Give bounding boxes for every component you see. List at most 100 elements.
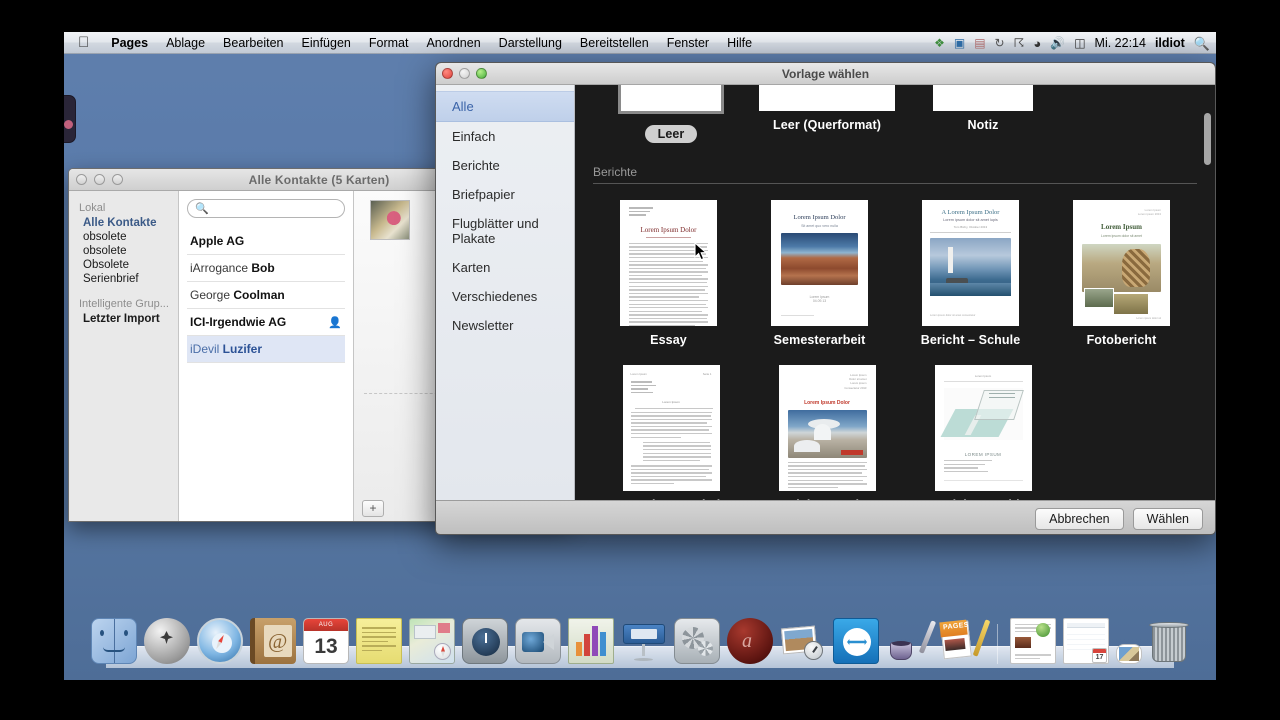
contacts-sidebar-item-alle-kontakte[interactable]: Alle Kontakte	[69, 216, 178, 230]
pages-icon[interactable]: PAGES	[939, 618, 991, 664]
menu-item-fenster[interactable]: Fenster	[658, 32, 718, 54]
choose-button[interactable]: Wählen	[1132, 507, 1203, 530]
template-cell-forschungsarbeit[interactable]: Lorem Ipsum Seite 1 Lorem Ipsum	[593, 365, 749, 500]
timemachine-icon[interactable]: ↻	[995, 37, 1005, 49]
menu-item-bereitstellen[interactable]: Bereitstellen	[571, 32, 658, 54]
facetime-icon[interactable]	[515, 618, 561, 664]
contact-avatar[interactable]	[370, 200, 410, 240]
template-thumbnail-notiz[interactable]	[933, 85, 1033, 111]
contacts-list-item[interactable]: Apple AG	[187, 228, 345, 255]
teamviewer-icon[interactable]	[833, 618, 879, 664]
calendar-icon[interactable]: AUG 13	[303, 618, 349, 664]
template-thumbnail-fotobericht[interactable]: Lorem Ipsum Lorem ipsum 2013 Lorem Ipsum …	[1073, 200, 1170, 326]
contacts-group-label-lokal: Lokal	[79, 202, 106, 214]
cancel-button[interactable]: Abbrechen	[1035, 507, 1124, 530]
image-stack-icon[interactable]	[1116, 644, 1142, 664]
contacts-list-item[interactable]: iDevil Luzifer	[187, 336, 345, 363]
template-cell-projektvorschlag[interactable]: Lorem Ipsum LOREM IPSUM	[905, 365, 1061, 500]
ink-icon[interactable]	[886, 618, 937, 664]
template-label-fotobericht: Fotobericht	[1086, 333, 1157, 347]
sidebar-item-berichte[interactable]: Berichte	[436, 151, 574, 180]
template-thumbnail-leer[interactable]	[618, 85, 724, 114]
dialog-category-sidebar: Alle Einfach Berichte Briefpapier Flugbl…	[436, 85, 575, 500]
contacts-sidebar-item-letzter-import[interactable]: Letzter Import	[69, 312, 178, 326]
downloads-calendar-day: 17	[1095, 654, 1104, 661]
template-cell-notiz[interactable]: Notiz	[905, 85, 1061, 143]
iphoto-icon[interactable]	[780, 618, 826, 664]
sidebar-item-alle[interactable]: Alle	[436, 91, 574, 122]
volume-icon[interactable]: 🔊	[1050, 37, 1065, 49]
template-cell-fotobericht[interactable]: Lorem Ipsum Lorem ipsum 2013 Lorem Ipsum …	[1046, 200, 1197, 347]
launchpad-icon[interactable]	[144, 618, 190, 664]
template-cell-leer-querformat[interactable]: Leer (Querformat)	[749, 85, 905, 143]
template-cell-bericht-modern[interactable]: Lorem Ipsum Dolor sit amet Lorem ipsum Cons…	[749, 365, 905, 500]
downloads-stack-icon[interactable]: 17	[1063, 618, 1109, 664]
template-thumbnail-projektvorschlag[interactable]: Lorem Ipsum LOREM IPSUM	[934, 365, 1032, 491]
background-window-dot	[64, 120, 73, 129]
maps-icon[interactable]	[409, 618, 455, 664]
dropbox-icon[interactable]: ❖	[934, 37, 945, 49]
contacts-search-field[interactable]: 🔍	[187, 199, 345, 218]
template-label-semesterarbeit: Semesterarbeit	[773, 333, 866, 347]
menu-bar-user[interactable]: ildiot	[1155, 36, 1185, 50]
template-thumbnail-semesterarbeit[interactable]: Lorem Ipsum Dolor Sit amet quo vero null…	[771, 200, 868, 326]
dialog-titlebar[interactable]: Vorlage wählen	[436, 63, 1215, 85]
notes-icon[interactable]	[356, 618, 402, 664]
trash-icon[interactable]	[1149, 620, 1189, 664]
menu-item-pages[interactable]: Pages	[102, 32, 157, 54]
template-thumbnail-forschungsarbeit[interactable]: Lorem Ipsum Seite 1 Lorem Ipsum	[622, 365, 720, 491]
contacts-sidebar-item-obsolete-3[interactable]: Obsolete	[69, 258, 178, 272]
sidebar-item-einfach[interactable]: Einfach	[436, 122, 574, 151]
numbers-icon[interactable]	[568, 618, 614, 664]
template-cell-essay[interactable]: Lorem Ipsum Dolor Essay	[593, 200, 744, 347]
background-window-edge[interactable]	[64, 95, 76, 143]
menu-bar-clock[interactable]: Mi. 22:14	[1095, 36, 1146, 50]
dock: @ AUG 13 a PAGES 17	[64, 606, 1216, 680]
menu-item-darstellung[interactable]: Darstellung	[490, 32, 571, 54]
sidebar-item-briefpapier[interactable]: Briefpapier	[436, 180, 574, 209]
scanner-icon[interactable]: ▣	[954, 37, 965, 49]
add-contact-button[interactable]: +	[362, 500, 384, 517]
dialog-body: Alle Einfach Berichte Briefpapier Flugbl…	[436, 85, 1215, 500]
finder-icon[interactable]	[91, 618, 137, 664]
keynote-icon[interactable]	[621, 618, 667, 664]
contacts-sidebar-item-obsolete-1[interactable]: obsolete	[69, 230, 178, 244]
menu-item-ablage[interactable]: Ablage	[157, 32, 214, 54]
wifi-icon[interactable]: ◕	[1033, 37, 1041, 50]
contacts-icon[interactable]: @	[250, 618, 296, 664]
timemachine-icon[interactable]	[462, 618, 508, 664]
apple-logo-icon[interactable]: 	[78, 35, 89, 50]
adobe-icon[interactable]: a	[727, 618, 773, 664]
template-thumbnail-leer-querformat[interactable]	[759, 85, 895, 111]
contacts-list-item[interactable]: George Coolman	[187, 282, 345, 309]
sidebar-item-newsletter[interactable]: Newsletter	[436, 311, 574, 340]
vertical-scrollbar[interactable]	[1204, 113, 1211, 165]
template-thumbnail-bericht-modern[interactable]: Lorem Ipsum Dolor sit amet Lorem ipsum Cons…	[778, 365, 876, 491]
template-thumbnail-essay[interactable]: Lorem Ipsum Dolor	[620, 200, 717, 326]
bluetooth-icon[interactable]: ☈	[1014, 37, 1025, 49]
menu-item-bearbeiten[interactable]: Bearbeiten	[214, 32, 292, 54]
battery-icon[interactable]: ◫	[1074, 37, 1085, 49]
template-cell-bericht-schule[interactable]: A Lorem Ipsum Dolor Lorem ipsum dolor si…	[895, 200, 1046, 347]
contacts-list-item[interactable]: iArrogance Bob	[187, 255, 345, 282]
contacts-sidebar-item-serienbrief[interactable]: Serienbrief	[69, 272, 178, 286]
template-thumbnail-bericht-schule[interactable]: A Lorem Ipsum Dolor Lorem ipsum dolor si…	[922, 200, 1019, 326]
template-chooser-dialog[interactable]: Vorlage wählen Alle Einfach Berichte Bri…	[435, 62, 1216, 535]
contacts-sidebar-item-obsolete-2[interactable]: obsolete	[69, 244, 178, 258]
template-row-top: Leer Leer (Querformat) Notiz	[593, 85, 1197, 143]
sidebar-item-flugblaetter-und-plakate[interactable]: Flugblätter und Plakate	[436, 209, 574, 253]
documents-stack-icon[interactable]	[1010, 618, 1056, 664]
menu-item-anordnen[interactable]: Anordnen	[417, 32, 489, 54]
contacts-list-item[interactable]: ICI-Irgendwie AG 👤	[187, 309, 345, 336]
sidebar-item-karten[interactable]: Karten	[436, 253, 574, 282]
template-cell-semesterarbeit[interactable]: Lorem Ipsum Dolor Sit amet quo vero null…	[744, 200, 895, 347]
safari-icon[interactable]	[197, 618, 243, 664]
system-preferences-icon[interactable]	[674, 618, 720, 664]
battery-monitor-icon[interactable]: ▤	[974, 37, 985, 49]
menu-item-einfuegen[interactable]: Einfügen	[293, 32, 360, 54]
sidebar-item-verschiedenes[interactable]: Verschiedenes	[436, 282, 574, 311]
menu-item-format[interactable]: Format	[360, 32, 418, 54]
spotlight-search-icon[interactable]: 🔍	[1194, 37, 1210, 50]
template-cell-leer[interactable]: Leer	[593, 85, 749, 143]
menu-item-hilfe[interactable]: Hilfe	[718, 32, 761, 54]
